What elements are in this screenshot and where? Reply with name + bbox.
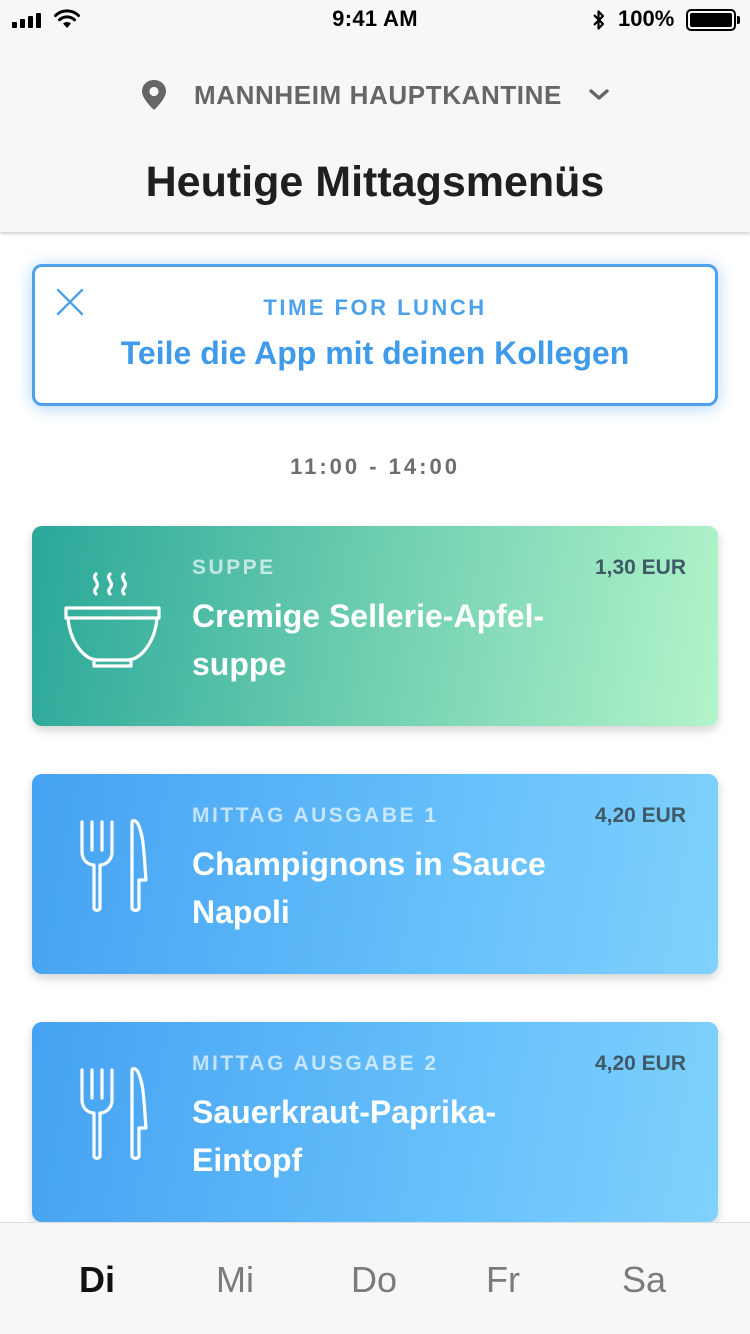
menu-title: Cremige Sellerie-Apfel-suppe [192, 598, 545, 682]
day-tab-bar: Di Mi Do Fr Sa [0, 1222, 750, 1334]
menu-card-main-2[interactable]: MITTAG AUSGABE 2 4,20 EUR Sauerkraut-Pap… [32, 1022, 718, 1222]
tab-day-mi[interactable]: Mi [175, 1259, 295, 1301]
menu-price: 1,30 EUR [594, 556, 686, 579]
share-promo-banner[interactable]: TIME FOR LUNCH Teile die App mit deinen … [32, 264, 718, 406]
tab-day-sa[interactable]: Sa [584, 1259, 704, 1301]
tab-day-di[interactable]: Di [37, 1259, 157, 1301]
menu-card-main-1[interactable]: MITTAG AUSGABE 1 4,20 EUR Champignons in… [32, 774, 718, 974]
app: 9:41 AM 100% MANNHEIM HAUPTKANTINE Heuti… [0, 0, 750, 1334]
bluetooth-icon [593, 10, 605, 30]
promo-share-text[interactable]: Teile die App mit deinen Kollegen [35, 335, 715, 372]
battery-icon [686, 9, 736, 31]
promo-kicker: TIME FOR LUNCH [263, 295, 487, 320]
fork-knife-icon [80, 819, 148, 912]
fork-knife-icon [80, 1067, 148, 1160]
soup-bowl-icon [64, 572, 161, 668]
menu-card-soup[interactable]: SUPPE 1,30 EUR Cremige Sellerie-Apfel-su… [32, 526, 718, 726]
menu-category: MITTAG AUSGABE 1 [192, 804, 439, 827]
chevron-down-icon [589, 89, 609, 100]
tab-day-fr[interactable]: Fr [443, 1259, 563, 1301]
menu-category: SUPPE [192, 556, 276, 579]
battery-percent: 100% [618, 6, 675, 31]
battery-cap [737, 16, 740, 24]
menu-category: MITTAG AUSGABE 2 [192, 1052, 439, 1075]
page-title: Heutige Mittagsmenüs [145, 158, 605, 206]
location-selector[interactable]: MANNHEIM HAUPTKANTINE [0, 78, 750, 112]
tab-day-do[interactable]: Do [314, 1259, 434, 1301]
menu-title: Sauerkraut-Paprika-Eintopf [192, 1094, 497, 1178]
opening-hours: 11:00 - 14:00 [290, 454, 460, 479]
status-bar: 9:41 AM 100% [0, 0, 750, 40]
menu-title: Champignons in Sauce Napoli [192, 846, 546, 930]
header: 9:41 AM 100% MANNHEIM HAUPTKANTINE Heuti… [0, 0, 750, 232]
menu-price: 4,20 EUR [594, 804, 686, 827]
location-name: MANNHEIM HAUPTKANTINE [194, 79, 562, 110]
location-pin-icon [142, 80, 167, 110]
menu-price: 4,20 EUR [594, 1052, 686, 1075]
